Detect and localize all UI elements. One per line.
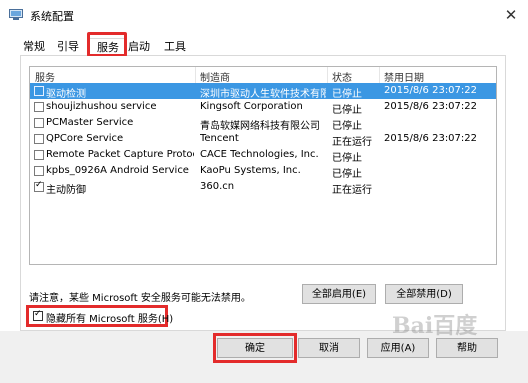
window-title: 系统配置 (30, 10, 74, 23)
table-row[interactable]: kpbs_0926A Android Service KaoPu Systems… (30, 163, 496, 180)
row-checkbox[interactable] (34, 86, 44, 96)
row-checkbox[interactable] (34, 180, 44, 192)
table-row[interactable]: PCMaster Service 青岛软媒网络科技有限公司 已停止 (30, 115, 496, 132)
row-status: 已停止 (332, 89, 362, 100)
list-header: 服务 制造商 状态 禁用日期 (30, 67, 496, 84)
row-service: 驱动检测 (46, 89, 86, 100)
column-status[interactable]: 状态 (332, 69, 352, 84)
row-service: kpbs_0926A Android Service (46, 165, 189, 176)
table-row[interactable]: shoujizhushou service Kingsoft Corporati… (30, 99, 496, 116)
row-status: 正在运行 (332, 185, 372, 196)
tab-boot[interactable]: 引导 (56, 38, 80, 55)
row-status: 已停止 (332, 153, 362, 164)
table-row[interactable]: 主动防御 360.cn 正在运行 (30, 179, 496, 196)
title-bar (0, 0, 528, 30)
row-date: 2015/8/6 23:07:22 (384, 133, 478, 144)
table-row[interactable]: QPCore Service Tencent 正在运行 2015/8/6 23:… (30, 131, 496, 148)
row-maker: Tencent (200, 133, 239, 144)
row-maker: 360.cn (200, 181, 235, 192)
row-date: 2015/8/6 23:07:22 (384, 85, 478, 96)
system-config-icon (9, 9, 23, 21)
row-maker: Kingsoft Corporation (200, 101, 303, 112)
tab-general[interactable]: 常规 (22, 38, 46, 55)
row-status: 正在运行 (332, 137, 372, 148)
row-service: shoujizhushou service (46, 101, 157, 112)
row-checkbox[interactable] (34, 150, 44, 160)
row-checkbox[interactable] (34, 166, 44, 176)
row-maker: KaoPu Systems, Inc. (200, 165, 301, 176)
column-maker[interactable]: 制造商 (200, 69, 230, 84)
hide-ms-label[interactable]: 隐藏所有 Microsoft 服务(H) (46, 310, 173, 325)
apply-button[interactable]: 应用(A) (367, 338, 429, 358)
row-status: 已停止 (332, 169, 362, 180)
row-maker: 深圳市驱动人生软件技术有限... (200, 89, 326, 100)
row-service: 主动防御 (46, 185, 86, 196)
row-status: 已停止 (332, 105, 362, 116)
tab-startup[interactable]: 启动 (126, 38, 152, 55)
cancel-button[interactable]: 取消 (298, 338, 360, 358)
services-list[interactable]: 服务 制造商 状态 禁用日期 驱动检测 深圳市驱动人生软件技术有限... 已停止… (29, 66, 497, 265)
enable-all-button[interactable]: 全部启用(E) (302, 284, 376, 304)
tab-highlight-annotation (87, 32, 127, 57)
column-service[interactable]: 服务 (35, 69, 55, 84)
row-status: 已停止 (332, 121, 362, 132)
row-service: QPCore Service (46, 133, 124, 144)
row-service: Remote Packet Capture Protocol... (46, 149, 194, 160)
tab-tools[interactable]: 工具 (162, 38, 188, 55)
row-date: 2015/8/6 23:07:22 (384, 101, 478, 112)
ok-highlight-annotation (213, 333, 297, 363)
table-row[interactable]: 驱动检测 深圳市驱动人生软件技术有限... 已停止 2015/8/6 23:07… (30, 83, 496, 100)
row-checkbox[interactable] (34, 118, 44, 128)
row-checkbox[interactable] (34, 102, 44, 112)
hide-ms-checkbox[interactable] (33, 309, 43, 321)
table-row[interactable]: Remote Packet Capture Protocol... CACE T… (30, 147, 496, 164)
row-maker: 青岛软媒网络科技有限公司 (200, 121, 320, 132)
row-maker: CACE Technologies, Inc. (200, 149, 319, 160)
watermark-logo: Bai百度 (392, 313, 478, 339)
help-button[interactable]: 帮助 (436, 338, 498, 358)
row-service: PCMaster Service (46, 117, 134, 128)
row-checkbox[interactable] (34, 134, 44, 144)
disable-all-button[interactable]: 全部禁用(D) (385, 284, 463, 304)
column-disabled-date[interactable]: 禁用日期 (384, 69, 424, 84)
close-icon[interactable]: ✕ (498, 3, 524, 27)
security-note: 请注意，某些 Microsoft 安全服务可能无法禁用。 (29, 293, 251, 304)
